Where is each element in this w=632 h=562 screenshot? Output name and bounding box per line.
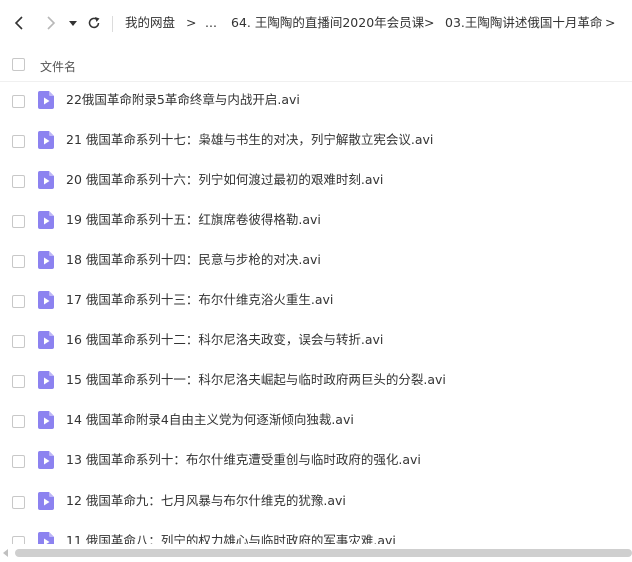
- breadcrumb-my-drive[interactable]: 我的网盘: [125, 15, 175, 31]
- file-name[interactable]: 14 俄国革命附录4自由主义党为何逐渐倾向独裁.avi: [66, 412, 354, 428]
- video-file-icon: [38, 331, 54, 349]
- file-row-checkbox[interactable]: [12, 95, 25, 108]
- file-row-checkbox[interactable]: [12, 455, 25, 468]
- file-name[interactable]: 15 俄国革命系列十一：科尔尼洛夫崛起与临时政府两巨头的分裂.avi: [66, 372, 446, 388]
- file-row[interactable]: 13 俄国革命系列十：布尔什维克遭受重创与临时政府的强化.avi: [0, 440, 632, 480]
- forward-icon[interactable]: [40, 13, 60, 33]
- file-name[interactable]: 22俄国革命附录5革命终章与内战开启.avi: [66, 92, 300, 108]
- file-row-checkbox[interactable]: [12, 415, 25, 428]
- file-name[interactable]: 17 俄国革命系列十三：布尔什维克浴火重生.avi: [66, 292, 333, 308]
- file-name[interactable]: 12 俄国革命九：七月风暴与布尔什维克的犹豫.avi: [66, 493, 346, 509]
- video-file-icon: [38, 211, 54, 229]
- horizontal-scrollbar[interactable]: [0, 544, 632, 562]
- video-file-icon: [38, 371, 54, 389]
- file-row[interactable]: 22俄国革命附录5革命终章与内战开启.avi: [0, 80, 632, 120]
- file-name[interactable]: 21 俄国革命系列十七：枭雄与书生的对决，列宁解散立宪会议.avi: [66, 132, 433, 148]
- file-name[interactable]: 16 俄国革命系列十二：科尔尼洛夫政变，误会与转折.avi: [66, 332, 383, 348]
- video-file-icon: [38, 291, 54, 309]
- file-row-checkbox[interactable]: [12, 175, 25, 188]
- video-file-icon: [38, 451, 54, 469]
- video-file-icon: [38, 131, 54, 149]
- breadcrumb-folder-october-revolution[interactable]: 03.王陶陶讲述俄国十月革命: [445, 15, 602, 31]
- file-row-checkbox[interactable]: [12, 295, 25, 308]
- select-all-checkbox[interactable]: [12, 58, 25, 71]
- file-row[interactable]: 14 俄国革命附录4自由主义党为何逐渐倾向独裁.avi: [0, 400, 632, 440]
- scrollbar-thumb[interactable]: [15, 549, 632, 557]
- file-row[interactable]: 16 俄国革命系列十二：科尔尼洛夫政变，误会与转折.avi: [0, 320, 632, 360]
- scroll-left-arrow-icon[interactable]: [3, 549, 8, 557]
- video-file-icon: [38, 251, 54, 269]
- file-list-header: 文件名: [0, 46, 632, 82]
- file-name[interactable]: 20 俄国革命系列十六：列宁如何渡过最初的艰难时刻.avi: [66, 172, 383, 188]
- file-row-checkbox[interactable]: [12, 255, 25, 268]
- toolbar-divider: [112, 16, 113, 32]
- file-name[interactable]: 19 俄国革命系列十五：红旗席卷彼得格勒.avi: [66, 212, 321, 228]
- file-row-checkbox[interactable]: [12, 215, 25, 228]
- file-row-checkbox[interactable]: [12, 375, 25, 388]
- history-dropdown-icon[interactable]: [63, 13, 83, 33]
- refresh-icon[interactable]: [84, 13, 104, 33]
- file-row[interactable]: 18 俄国革命系列十四：民意与步枪的对决.avi: [0, 240, 632, 280]
- file-name[interactable]: 13 俄国革命系列十：布尔什维克遭受重创与临时政府的强化.avi: [66, 452, 421, 468]
- file-row[interactable]: 17 俄国革命系列十三：布尔什维克浴火重生.avi: [0, 280, 632, 320]
- file-row[interactable]: 15 俄国革命系列十一：科尔尼洛夫崛起与临时政府两巨头的分裂.avi: [0, 360, 632, 400]
- toolbar: 我的网盘 > ... 64. 王陶陶的直播间2020年会员课 > 03.王陶陶讲…: [0, 0, 632, 46]
- file-row-checkbox[interactable]: [12, 335, 25, 348]
- video-file-icon: [38, 492, 54, 510]
- file-row-checkbox[interactable]: [12, 135, 25, 148]
- breadcrumb-separator: >: [424, 15, 435, 30]
- file-row[interactable]: 21 俄国革命系列十七：枭雄与书生的对决，列宁解散立宪会议.avi: [0, 120, 632, 160]
- video-file-icon: [38, 171, 54, 189]
- breadcrumb-ellipsis[interactable]: ...: [205, 15, 217, 31]
- file-row-checkbox[interactable]: [12, 496, 25, 509]
- column-header-filename[interactable]: 文件名: [40, 58, 76, 75]
- file-name[interactable]: 18 俄国革命系列十四：民意与步枪的对决.avi: [66, 252, 321, 268]
- back-icon[interactable]: [10, 13, 30, 33]
- file-row[interactable]: 19 俄国革命系列十五：红旗席卷彼得格勒.avi: [0, 200, 632, 240]
- breadcrumb-separator: >: [605, 15, 616, 30]
- file-row[interactable]: 20 俄国革命系列十六：列宁如何渡过最初的艰难时刻.avi: [0, 160, 632, 200]
- breadcrumb-separator: >: [186, 15, 197, 30]
- file-row[interactable]: 12 俄国革命九：七月风暴与布尔什维克的犹豫.avi: [0, 481, 632, 521]
- video-file-icon: [38, 91, 54, 109]
- video-file-icon: [38, 411, 54, 429]
- breadcrumb-folder-membership[interactable]: 64. 王陶陶的直播间2020年会员课: [231, 15, 424, 31]
